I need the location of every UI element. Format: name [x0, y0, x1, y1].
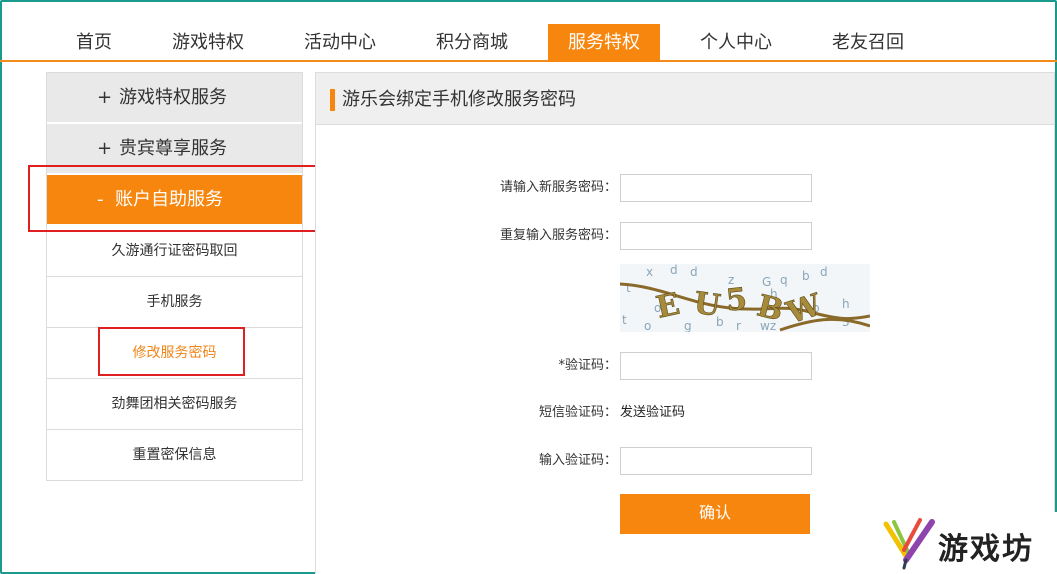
- sidebar-item-passport-password-recovery[interactable]: 久游通行证密码取回: [47, 226, 302, 277]
- svg-text:g: g: [684, 319, 692, 332]
- sidebar: + 游戏特权服务 + 贵宾尊享服务 - 账户自助服务 久游通行证密码取回 手机服…: [46, 72, 303, 481]
- nav-item-friend-recall[interactable]: 老友召回: [820, 24, 916, 62]
- new-password-label: 请输入新服务密码：: [499, 180, 617, 195]
- svg-text:b: b: [802, 269, 810, 283]
- sms-code-label: 短信验证码：: [538, 405, 617, 420]
- svg-text:U: U: [692, 286, 723, 324]
- highlight-box-change-service-password: [98, 327, 245, 376]
- expand-plus-icon: +: [97, 87, 113, 108]
- nav-item-game-privilege[interactable]: 游戏特权: [160, 24, 256, 62]
- nav-item-home[interactable]: 首页: [58, 24, 130, 62]
- content-header: 游乐会绑定手机修改服务密码: [316, 73, 1054, 125]
- repeat-password-input[interactable]: [620, 222, 812, 250]
- sidebar-item-phone-service[interactable]: 手机服务: [47, 277, 302, 328]
- svg-text:d: d: [820, 265, 828, 279]
- send-sms-code-link[interactable]: 发送验证码: [620, 403, 685, 423]
- site-logo-icon: [883, 518, 935, 570]
- svg-text:o: o: [644, 319, 651, 332]
- captcha-image[interactable]: xdd zGq bdh bht ogb r wz 3 ot E U 5 B W: [620, 264, 870, 332]
- nav-item-event-center[interactable]: 活动中心: [292, 24, 388, 62]
- svg-text:d: d: [690, 265, 698, 279]
- watermark-text: 游戏坊: [938, 532, 1034, 567]
- new-password-input[interactable]: [620, 174, 812, 202]
- title-accent-bar: [330, 89, 335, 111]
- sidebar-item-audition-password-service[interactable]: 劲舞团相关密码服务: [47, 379, 302, 430]
- confirm-button[interactable]: 确认: [620, 494, 810, 534]
- nav-item-personal-center[interactable]: 个人中心: [688, 24, 784, 62]
- svg-text:x: x: [646, 265, 653, 279]
- captcha-label: *验证码：: [558, 358, 617, 373]
- enter-code-label: 输入验证码：: [538, 453, 617, 468]
- svg-text:t: t: [622, 313, 627, 327]
- top-nav: 首页 游戏特权 活动中心 积分商城 服务特权 个人中心 老友召回: [0, 0, 1057, 62]
- repeat-password-label: 重复输入服务密码：: [499, 228, 617, 243]
- sms-code-input[interactable]: [620, 447, 812, 475]
- captcha-input[interactable]: [620, 352, 812, 380]
- svg-text:r: r: [736, 319, 741, 332]
- nav-item-points-mall[interactable]: 积分商城: [424, 24, 520, 62]
- svg-text:h: h: [842, 297, 850, 311]
- nav-item-service-privilege[interactable]: 服务特权: [548, 24, 660, 62]
- sidebar-item-reset-security-info[interactable]: 重置密保信息: [47, 430, 302, 481]
- highlight-box-account-self-service: [28, 165, 321, 232]
- captcha-graphic: xdd zGq b dh b ht ogb r wz 3 ot E U 5 B W: [620, 264, 870, 332]
- svg-text:5: 5: [724, 282, 748, 319]
- svg-text:q: q: [780, 273, 788, 287]
- page-title: 游乐会绑定手机修改服务密码: [342, 89, 576, 110]
- sidebar-group-game-privilege[interactable]: + 游戏特权服务: [47, 73, 302, 123]
- sidebar-group-label: 游戏特权服务: [119, 87, 227, 108]
- watermark: 游戏坊: [878, 512, 1057, 574]
- svg-text:d: d: [670, 264, 678, 277]
